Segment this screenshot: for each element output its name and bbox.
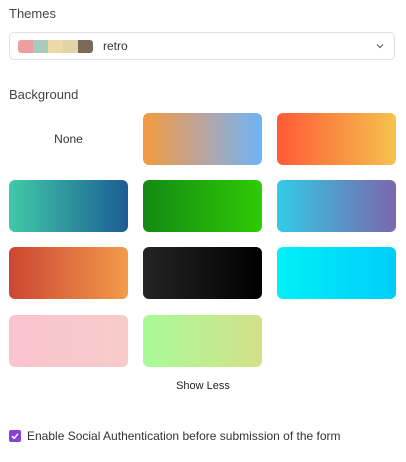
background-option-1[interactable] — [143, 113, 262, 165]
palette-swatch — [63, 39, 78, 53]
themes-label: Themes — [9, 6, 56, 21]
theme-palette-swatches — [18, 39, 93, 53]
background-option-4[interactable] — [143, 180, 262, 232]
background-option-9[interactable] — [9, 315, 128, 367]
background-option-6[interactable] — [9, 247, 128, 299]
theme-select[interactable]: retro — [9, 32, 395, 60]
background-option-8[interactable] — [277, 247, 396, 299]
background-option-7[interactable] — [143, 247, 262, 299]
social-auth-checkbox[interactable] — [9, 430, 21, 442]
show-less-button[interactable]: Show Less — [143, 380, 263, 392]
background-option-10[interactable] — [143, 315, 262, 367]
palette-swatch — [33, 39, 48, 53]
background-option-3[interactable] — [9, 180, 128, 232]
palette-swatch — [48, 39, 63, 53]
palette-swatch — [78, 39, 93, 53]
background-option-5[interactable] — [277, 180, 396, 232]
background-option-none-label: None — [54, 132, 83, 146]
background-option-2[interactable] — [277, 113, 396, 165]
palette-swatch — [18, 39, 33, 53]
checkmark-icon — [11, 433, 19, 440]
social-auth-option: Enable Social Authentication before subm… — [9, 429, 341, 443]
background-label: Background — [9, 87, 79, 102]
social-auth-label: Enable Social Authentication before subm… — [27, 429, 341, 443]
background-option-none[interactable]: None — [9, 113, 128, 165]
chevron-down-icon — [376, 44, 384, 49]
theme-select-value: retro — [103, 39, 128, 53]
